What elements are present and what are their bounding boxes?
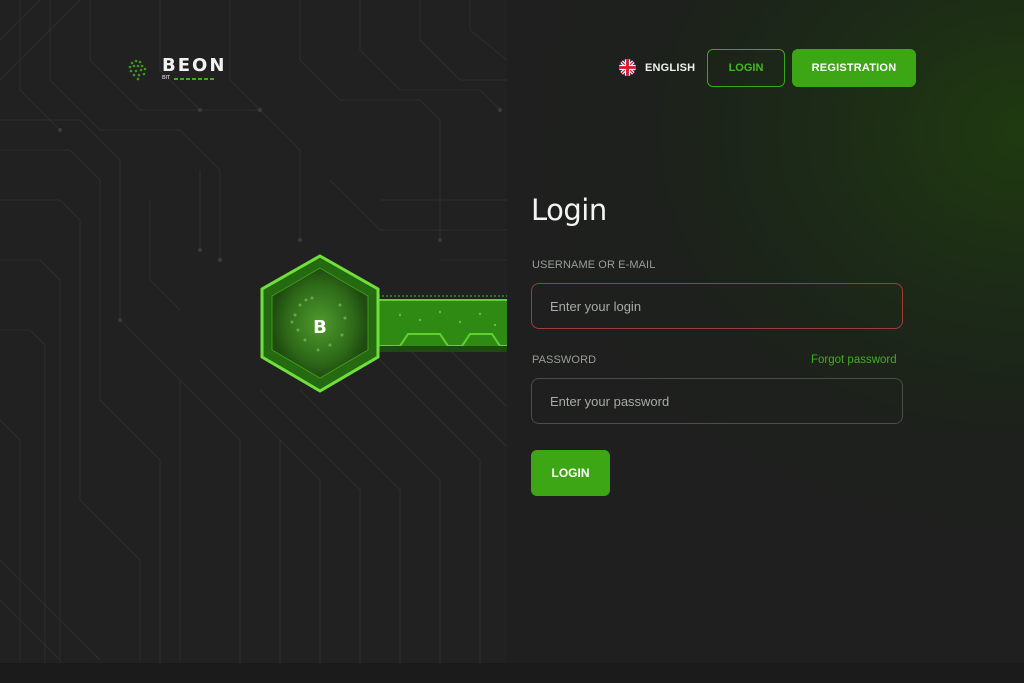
password-input[interactable] (531, 378, 903, 424)
logo-subtext: BIT (162, 75, 171, 81)
key-bar (374, 295, 507, 352)
circuit-background: B (0, 0, 507, 663)
hero-panel: B BEON BIT (0, 0, 507, 663)
uk-flag-icon (619, 59, 636, 76)
password-label: PASSWORD (532, 354, 597, 366)
globe-icon (128, 59, 147, 81)
registration-button[interactable]: REGISTRATION (792, 49, 916, 87)
hexagon-letter: B (313, 317, 327, 338)
header-login-button[interactable]: LOGIN (707, 49, 785, 87)
form-panel (507, 0, 1024, 663)
hexagon-key-icon: B (260, 254, 380, 393)
logo-wordmark: BEON (162, 55, 227, 76)
username-input[interactable] (531, 283, 903, 329)
page-title: Login (531, 193, 607, 227)
logo[interactable]: BEON BIT (124, 54, 226, 84)
login-submit-button[interactable]: LOGIN (531, 450, 610, 496)
language-label: ENGLISH (645, 61, 696, 74)
username-label: USERNAME OR E-MAIL (532, 259, 656, 271)
language-selector[interactable]: ENGLISH (619, 59, 695, 76)
logo-dots (174, 77, 215, 80)
forgot-password-link[interactable]: Forgot password (811, 354, 897, 366)
bottom-strip (0, 663, 1024, 683)
